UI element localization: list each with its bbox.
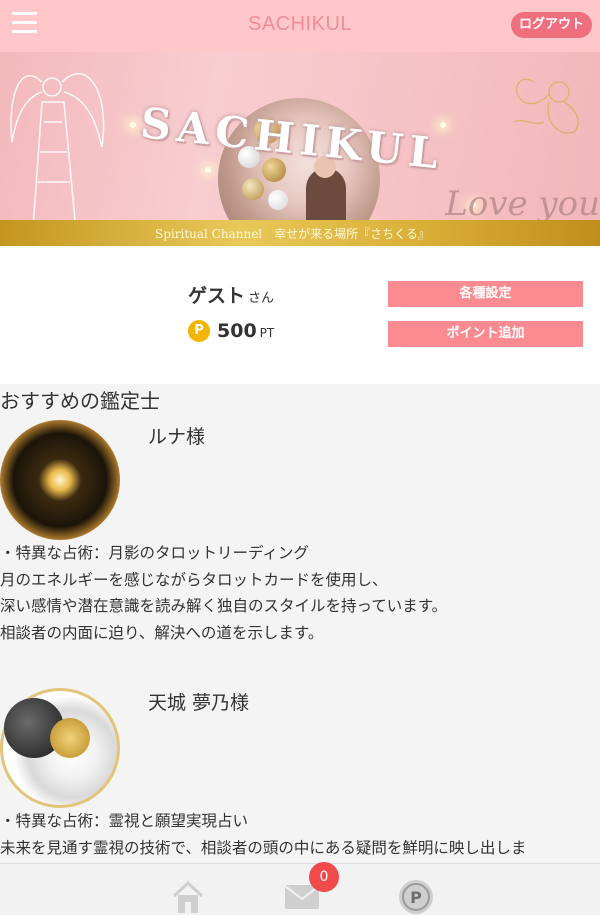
logout-button[interactable]: ログアウト: [510, 12, 592, 38]
user-name-text: ゲスト: [188, 285, 246, 307]
settings-button[interactable]: 各種設定: [388, 281, 583, 307]
description-line: ・特異な占術：月影のタロットリーディング: [0, 544, 309, 562]
hero-banner: SACHIKUL Love you Spiritual Channel 幸せが来…: [0, 52, 600, 246]
description-line: 月のエネルギーを感じながらタロットカードを使用し、: [0, 570, 388, 589]
description-line: 相談者の内面に迫り、解決への道を示します。: [0, 623, 324, 642]
banner-strip-text: Spiritual Channel 幸せが来る場所『さちくる』: [155, 227, 430, 241]
banner-strip: Spiritual Channel 幸せが来る場所『さちくる』: [0, 220, 600, 246]
description-line: 深い感情や潜在意識を読み解く独自のスタイルを持っています。: [0, 597, 448, 615]
user-panel: ゲスト さん P 500 PT 各種設定 ポイント追加: [0, 246, 600, 384]
fortune-teller-avatar[interactable]: [0, 420, 120, 540]
description-line: ・特異な占術：霊視と願望実現占い: [0, 812, 249, 830]
angel-illustration: [10, 73, 105, 243]
cupid-illustration: [513, 78, 579, 134]
user-name: ゲスト さん: [188, 281, 274, 308]
fortune-teller-description: ・特異な占術：月影のタロットリーディング 月のエネルギーを感じながらタロットカー…: [0, 540, 447, 646]
fortune-teller-name[interactable]: ルナ様: [148, 422, 205, 449]
decorative-moon: [50, 718, 90, 758]
bottom-nav: P: [0, 863, 600, 915]
add-points-button[interactable]: ポイント追加: [388, 321, 583, 347]
point-coin-icon: P: [188, 320, 210, 342]
section-title: おすすめの鑑定士: [0, 389, 160, 413]
user-honorific: さん: [248, 291, 275, 306]
svg-text:P: P: [410, 888, 422, 907]
description-line: 未来を見通す霊視の技術で、相談者の頭の中にある疑問を鮮明に映し出しま: [0, 838, 527, 857]
fortune-teller-name[interactable]: 天城 夢乃様: [148, 688, 249, 715]
point-icon[interactable]: P: [398, 879, 434, 915]
mail-unread-badge: 0: [309, 862, 339, 892]
point-balance: 500 PT: [217, 320, 274, 342]
app-header: SACHIKUL ログアウト: [0, 0, 600, 52]
point-balance-value: 500: [217, 320, 257, 342]
home-icon[interactable]: [170, 878, 206, 914]
point-unit: PT: [259, 326, 275, 340]
fortune-teller-description: ・特異な占術：霊視と願望実現占い 未来を見通す霊視の技術で、相談者の頭の中にある…: [0, 808, 526, 861]
fortune-teller-avatar[interactable]: [0, 688, 120, 808]
banner-love-text: Love you: [445, 184, 600, 224]
